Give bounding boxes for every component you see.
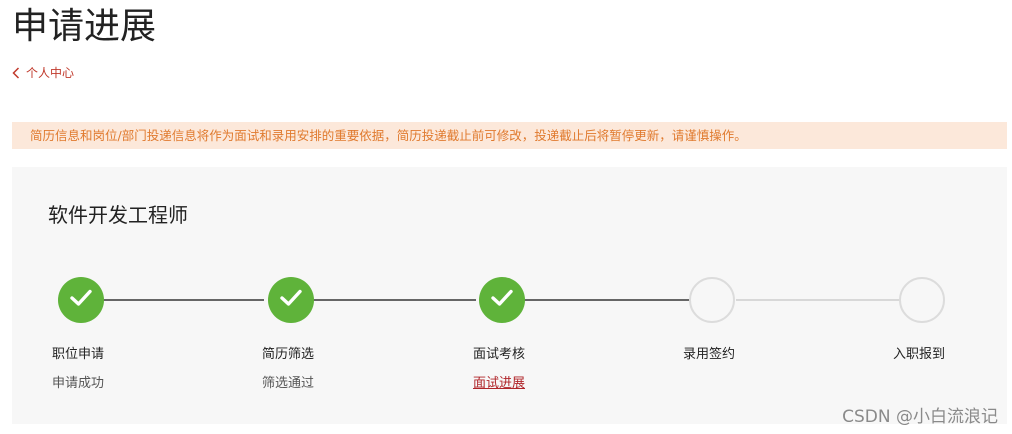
step-label: 面试考核 <box>473 347 526 362</box>
progress-connector <box>524 299 690 301</box>
watermark: CSDN @小白流浪记 <box>842 407 998 427</box>
step-label: 录用签约 <box>683 347 736 362</box>
check-icon <box>490 288 514 312</box>
step-node-done <box>268 277 314 323</box>
page-title: 申请进展 <box>12 6 157 47</box>
step-node-done <box>479 277 525 323</box>
check-icon <box>279 288 303 312</box>
progress-connector <box>736 299 900 301</box>
job-title: 软件开发工程师 <box>48 203 188 227</box>
back-link[interactable]: 个人中心 <box>12 64 74 81</box>
chevron-left-icon <box>12 66 20 79</box>
step-label: 职位申请 <box>52 347 105 362</box>
step-label: 入职报到 <box>893 347 946 362</box>
back-link-label: 个人中心 <box>26 66 75 80</box>
progress-card: 软件开发工程师 职位申请 申请成功 简历筛选 筛选通过 面试考核 面试进展 录用… <box>12 167 1007 424</box>
step-node-done <box>58 277 104 323</box>
step-status: 申请成功 <box>52 376 105 391</box>
step-node-pending <box>689 277 735 323</box>
progress-connector <box>92 299 264 301</box>
step-status: 筛选通过 <box>262 376 315 391</box>
check-icon <box>69 288 93 312</box>
step-label: 简历筛选 <box>262 347 315 362</box>
progress-connector <box>312 299 476 301</box>
step-node-pending <box>899 277 945 323</box>
notice-banner: 简历信息和岗位/部门投递信息将作为面试和录用安排的重要依据，简历投递截止前可修改… <box>12 122 1007 149</box>
interview-progress-link[interactable]: 面试进展 <box>473 372 525 391</box>
